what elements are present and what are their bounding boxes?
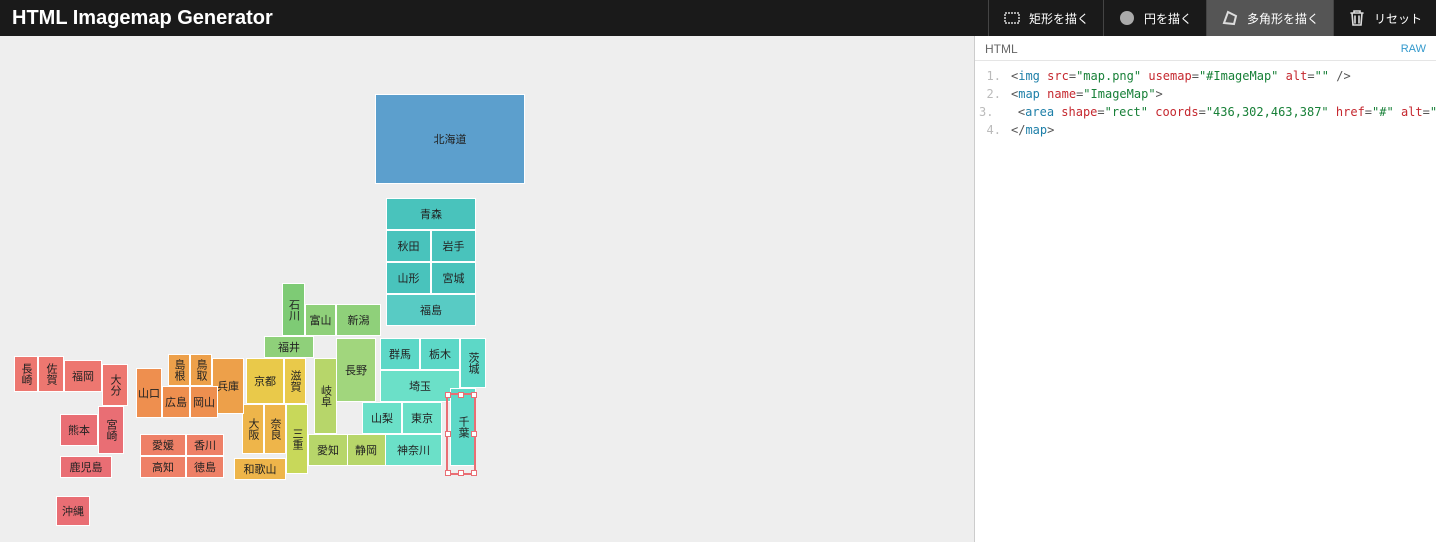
region-宮崎[interactable]: 宮崎 <box>98 406 124 454</box>
code-line: 3. <area shape="rect" coords="436,302,46… <box>979 103 1432 121</box>
region-香川[interactable]: 香川 <box>186 434 224 456</box>
region-静岡[interactable]: 静岡 <box>346 434 386 466</box>
tool-circle-label: 円を描く <box>1144 10 1192 27</box>
code-tab-html[interactable]: HTML <box>985 42 1018 56</box>
region-岐阜[interactable]: 岐阜 <box>314 358 337 434</box>
region-東京[interactable]: 東京 <box>402 402 442 434</box>
code-line: 4.</map> <box>979 121 1432 139</box>
region-宮城[interactable]: 宮城 <box>431 262 476 294</box>
region-愛媛[interactable]: 愛媛 <box>140 434 186 456</box>
tool-circle-button[interactable]: 円を描く <box>1103 0 1206 36</box>
region-福岡[interactable]: 福岡 <box>64 360 102 392</box>
selection-handle[interactable] <box>445 470 451 476</box>
region-長崎[interactable]: 長崎 <box>14 356 38 392</box>
tool-reset-label: リセット <box>1374 10 1422 27</box>
code-raw-link[interactable]: RAW <box>1401 43 1426 55</box>
region-徳島[interactable]: 徳島 <box>186 456 224 478</box>
region-鳥取[interactable]: 鳥取 <box>190 354 212 386</box>
region-京都[interactable]: 京都 <box>246 358 284 404</box>
code-panel: HTML RAW 1.<img src="map.png" usemap="#I… <box>974 36 1436 542</box>
tool-polygon-button[interactable]: 多角形を描く <box>1206 0 1333 36</box>
circle-icon <box>1118 9 1136 27</box>
region-岩手[interactable]: 岩手 <box>431 230 476 262</box>
tool-polygon-label: 多角形を描く <box>1247 10 1319 27</box>
trash-icon <box>1348 9 1366 27</box>
app-header: HTML Imagemap Generator 矩形を描く 円を描く 多角形を描… <box>0 0 1436 36</box>
polygon-icon <box>1221 9 1239 27</box>
tool-reset-button[interactable]: リセット <box>1333 0 1436 36</box>
region-神奈川[interactable]: 神奈川 <box>385 434 442 466</box>
region-岡山[interactable]: 岡山 <box>190 386 218 418</box>
selection-handle[interactable] <box>471 470 477 476</box>
region-三重[interactable]: 三重 <box>286 404 308 474</box>
region-愛知[interactable]: 愛知 <box>308 434 348 466</box>
region-新潟[interactable]: 新潟 <box>336 304 381 336</box>
region-山口[interactable]: 山口 <box>136 368 162 418</box>
region-秋田[interactable]: 秋田 <box>386 230 431 262</box>
region-福井[interactable]: 福井 <box>264 336 314 358</box>
region-滋賀[interactable]: 滋賀 <box>284 358 306 404</box>
region-沖縄[interactable]: 沖縄 <box>56 496 90 526</box>
region-高知[interactable]: 高知 <box>140 456 186 478</box>
rect-icon <box>1003 9 1021 27</box>
region-熊本[interactable]: 熊本 <box>60 414 98 446</box>
code-body: 1.<img src="map.png" usemap="#ImageMap" … <box>975 61 1436 145</box>
region-長野[interactable]: 長野 <box>336 338 376 402</box>
region-北海道[interactable]: 北海道 <box>375 94 525 184</box>
region-石川[interactable]: 石川 <box>282 283 305 336</box>
region-和歌山[interactable]: 和歌山 <box>234 458 286 480</box>
code-line: 1.<img src="map.png" usemap="#ImageMap" … <box>979 67 1432 85</box>
selection-handle[interactable] <box>458 470 464 476</box>
region-奈良[interactable]: 奈良 <box>264 404 286 454</box>
region-群馬[interactable]: 群馬 <box>380 338 420 370</box>
region-山梨[interactable]: 山梨 <box>362 402 402 434</box>
region-千葉[interactable]: 千葉 <box>450 388 476 466</box>
region-福島[interactable]: 福島 <box>386 294 476 326</box>
region-広島[interactable]: 広島 <box>162 386 190 418</box>
region-山形[interactable]: 山形 <box>386 262 431 294</box>
code-line: 2.<map name="ImageMap"> <box>979 85 1432 103</box>
region-鹿児島[interactable]: 鹿児島 <box>60 456 112 478</box>
canvas-area[interactable]: 北海道青森秋田岩手山形宮城福島群馬栃木茨城埼玉山梨東京神奈川千葉 新潟富山石川長野… <box>0 36 974 542</box>
region-佐賀[interactable]: 佐賀 <box>38 356 64 392</box>
region-富山[interactable]: 富山 <box>305 304 336 336</box>
region-埼玉[interactable]: 埼玉 <box>380 370 460 402</box>
region-大分[interactable]: 大分 <box>102 364 128 406</box>
region-茨城[interactable]: 茨城 <box>460 338 486 388</box>
tool-rect-label: 矩形を描く <box>1029 10 1089 27</box>
region-大阪[interactable]: 大阪 <box>242 404 264 454</box>
region-青森[interactable]: 青森 <box>386 198 476 230</box>
region-栃木[interactable]: 栃木 <box>420 338 460 370</box>
region-島根[interactable]: 島根 <box>168 354 190 386</box>
tool-rect-button[interactable]: 矩形を描く <box>988 0 1103 36</box>
app-title: HTML Imagemap Generator <box>0 7 988 30</box>
